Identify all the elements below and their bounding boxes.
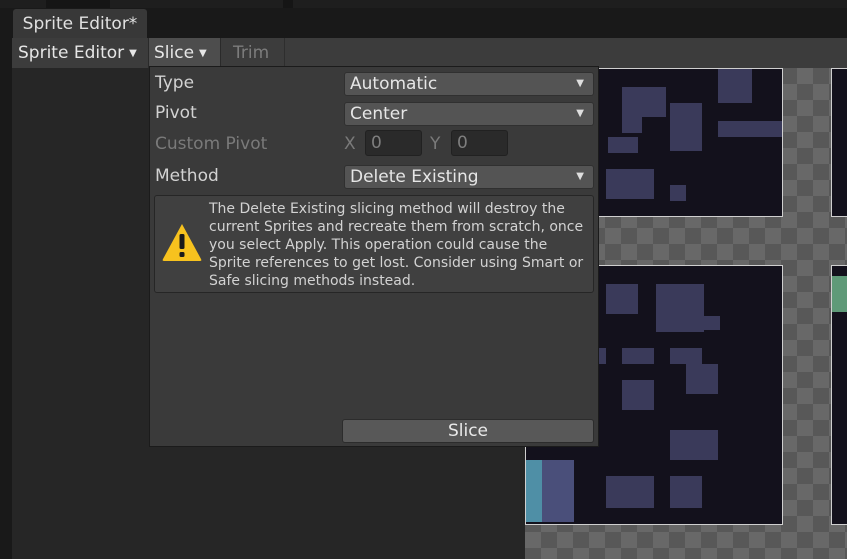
sprite-pixel-block: [656, 284, 704, 332]
sprite-pixel-block: [606, 284, 638, 314]
sprite-pixel-block: [686, 364, 718, 394]
sprite-pixel-block: [622, 87, 666, 117]
pivot-y-field[interactable]: 0: [451, 130, 508, 156]
method-dropdown[interactable]: Delete Existing ▼: [344, 165, 594, 189]
sprite-rect[interactable]: [831, 265, 847, 525]
sprite-pixel-block: [718, 69, 752, 103]
sprite-pixel-block: [670, 430, 718, 460]
method-dropdown-value: Delete Existing: [350, 167, 479, 187]
warning-triangle-icon: [162, 224, 202, 261]
pivot-y-value: 0: [457, 133, 468, 153]
sprite-pixel-block: [704, 316, 720, 330]
sprite-rect[interactable]: [831, 68, 847, 217]
window-tab-title: Sprite Editor*: [22, 14, 138, 34]
type-dropdown-value: Automatic: [350, 74, 438, 94]
sprite-pixel-block: [670, 476, 702, 508]
sprite-pixel-block: [526, 460, 542, 522]
triangle-down-icon: ▼: [129, 47, 137, 59]
sprite-pixel-block: [670, 185, 686, 201]
top-strip: [0, 0, 847, 8]
type-label: Type: [155, 73, 195, 93]
toolbar-stub: [46, 0, 110, 8]
sprite-pixel-block: [622, 380, 654, 410]
toolbar-stub: [283, 0, 293, 8]
triangle-down-icon: ▼: [576, 171, 584, 182]
warning-message: The Delete Existing slicing method will …: [209, 201, 584, 289]
sprite-pixel-block: [622, 348, 654, 364]
sprite-pixel-block: [670, 103, 702, 151]
triangle-down-icon: ▼: [576, 78, 584, 89]
pivot-label: Pivot: [155, 103, 197, 123]
slice-popup: Type Automatic ▼ Pivot Center ▼ Custom P…: [149, 66, 599, 447]
type-dropdown[interactable]: Automatic ▼: [344, 72, 594, 96]
triangle-down-icon: ▼: [576, 108, 584, 119]
triangle-down-icon: ▼: [199, 47, 207, 59]
sprite-pixel-block: [606, 476, 654, 508]
editor-toolbar: Sprite Editor ▼ Slice ▼ Trim: [12, 38, 847, 69]
pivot-x-field[interactable]: 0: [365, 130, 422, 156]
pivot-y-label: Y: [430, 134, 441, 154]
trim-button[interactable]: Trim: [221, 38, 285, 68]
sprite-pixel-block: [608, 137, 638, 153]
slice-button-label: Slice: [447, 421, 489, 441]
pivot-x-value: 0: [371, 133, 382, 153]
sprite-pixel-block: [542, 460, 574, 522]
sprite-pixel-block: [832, 276, 847, 312]
slice-menu-label: Slice: [154, 43, 195, 63]
trim-label: Trim: [233, 43, 270, 63]
method-label: Method: [155, 166, 219, 186]
window-tab[interactable]: Sprite Editor*: [13, 9, 147, 39]
slice-menu-button[interactable]: Slice ▼: [148, 38, 221, 68]
warning-helpbox: The Delete Existing slicing method will …: [154, 195, 594, 293]
custom-pivot-label: Custom Pivot: [155, 134, 268, 154]
sprite-pixel-block: [670, 348, 702, 364]
pivot-dropdown[interactable]: Center ▼: [344, 102, 594, 126]
mode-dropdown-label: Sprite Editor: [18, 43, 125, 63]
mode-dropdown[interactable]: Sprite Editor ▼: [12, 38, 150, 68]
slice-button[interactable]: Slice: [342, 419, 594, 443]
pivot-dropdown-value: Center: [350, 104, 408, 124]
sprite-pixel-block: [718, 121, 782, 137]
pivot-x-label: X: [344, 134, 356, 154]
sprite-pixel-block: [606, 169, 654, 199]
sprite-pixel-block: [622, 117, 642, 133]
